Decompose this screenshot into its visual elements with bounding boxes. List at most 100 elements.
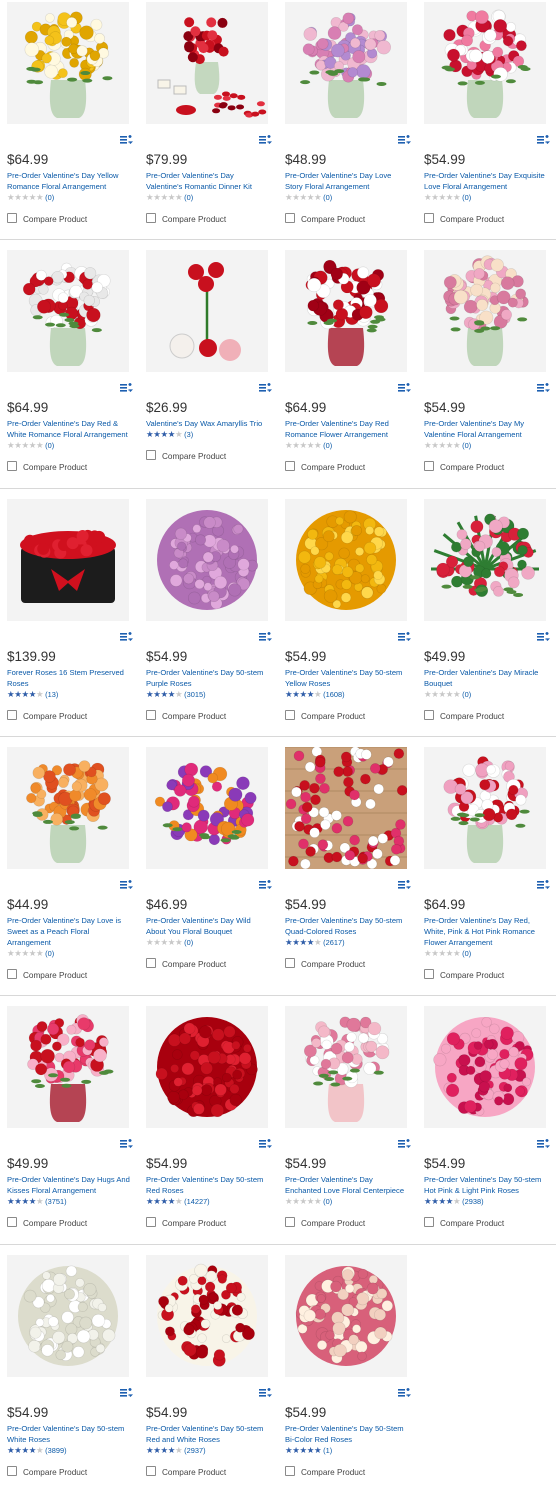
product-title[interactable]: Pre-Order Valentine's Day Red, White, Pi… (424, 915, 550, 948)
compare-product[interactable]: Compare Product (146, 710, 226, 722)
review-count[interactable]: (0) (45, 193, 54, 202)
product-image[interactable] (146, 499, 268, 621)
review-count[interactable]: (0) (184, 938, 193, 947)
compare-checkbox[interactable] (424, 461, 434, 471)
compare-checkbox[interactable] (285, 461, 295, 471)
product-card[interactable]: $54.99 Pre-Order Valentine's Day Enchante… (285, 1006, 412, 1241)
add-to-list-icon[interactable] (536, 1137, 551, 1149)
product-title[interactable]: Pre-Order Valentine's Day Love Story Flo… (285, 170, 411, 192)
product-card[interactable]: $54.99 Pre-Order Valentine's Day 50-stem … (7, 1255, 134, 1495)
compare-product[interactable]: Compare Product (146, 213, 226, 225)
product-card[interactable]: $54.99 Pre-Order Valentine's Day 50-stem … (285, 499, 412, 734)
product-title[interactable]: Valentine's Day Wax Amaryllis Trio (146, 418, 272, 429)
product-card[interactable]: $64.99 Pre-Order Valentine's Day Red Roma… (285, 250, 412, 485)
product-image[interactable] (285, 1006, 407, 1128)
compare-checkbox[interactable] (146, 213, 156, 223)
compare-checkbox[interactable] (285, 213, 295, 223)
product-card[interactable]: $64.99 Pre-Order Valentine's Day Red, Whi… (424, 747, 551, 992)
compare-checkbox[interactable] (146, 450, 156, 460)
product-card[interactable]: $54.99 Pre-Order Valentine's Day Exquisit… (424, 2, 551, 237)
add-to-list-icon[interactable] (258, 1386, 273, 1398)
review-count[interactable]: (0) (462, 441, 471, 450)
product-card[interactable]: $26.99 Valentine's Day Wax Amaryllis Trio… (146, 250, 273, 485)
add-to-list-icon[interactable] (536, 630, 551, 642)
compare-product[interactable]: Compare Product (285, 1217, 365, 1229)
product-card[interactable]: $48.99 Pre-Order Valentine's Day Love Sto… (285, 2, 412, 237)
product-card[interactable]: $139.99 Forever Roses 16 Stem Preserved R… (7, 499, 134, 734)
compare-product[interactable]: Compare Product (146, 1217, 226, 1229)
review-count[interactable]: (0) (45, 441, 54, 450)
product-card[interactable]: $49.99 Pre-Order Valentine's Day Miracle … (424, 499, 551, 734)
product-title[interactable]: Pre-Order Valentine's Day Valentine's Ro… (146, 170, 272, 192)
product-card[interactable]: $54.99 Pre-Order Valentine's Day 50-stem … (146, 1006, 273, 1241)
compare-checkbox[interactable] (285, 958, 295, 968)
review-count[interactable]: (2617) (323, 938, 344, 947)
compare-checkbox[interactable] (7, 1217, 17, 1227)
compare-product[interactable]: Compare Product (285, 461, 365, 473)
product-title[interactable]: Pre-Order Valentine's Day 50-stem White … (7, 1423, 133, 1445)
compare-checkbox[interactable] (285, 710, 295, 720)
product-title[interactable]: Pre-Order Valentine's Day Red & White Ro… (7, 418, 133, 440)
add-to-list-icon[interactable] (258, 630, 273, 642)
add-to-list-icon[interactable] (397, 630, 412, 642)
add-to-list-icon[interactable] (258, 133, 273, 145)
add-to-list-icon[interactable] (258, 878, 273, 890)
product-card[interactable]: $54.99 Pre-Order Valentine's Day 50-Stem … (285, 1255, 412, 1495)
product-image[interactable] (146, 250, 268, 372)
add-to-list-icon[interactable] (536, 133, 551, 145)
product-title[interactable]: Pre-Order Valentine's Day My Valentine F… (424, 418, 550, 440)
product-image[interactable] (424, 250, 546, 372)
compare-checkbox[interactable] (285, 1217, 295, 1227)
compare-product[interactable]: Compare Product (285, 1466, 365, 1478)
product-card[interactable]: $49.99 Pre-Order Valentine's Day Hugs And… (7, 1006, 134, 1241)
product-title[interactable]: Pre-Order Valentine's Day 50-stem Quad-C… (285, 915, 411, 937)
compare-product[interactable]: Compare Product (285, 710, 365, 722)
review-count[interactable]: (0) (323, 441, 332, 450)
compare-checkbox[interactable] (146, 1217, 156, 1227)
add-to-list-icon[interactable] (397, 1386, 412, 1398)
product-title[interactable]: Pre-Order Valentine's Day 50-Stem Bi-Col… (285, 1423, 411, 1445)
review-count[interactable]: (1) (323, 1446, 332, 1455)
product-title[interactable]: Pre-Order Valentine's Day 50-stem Purple… (146, 667, 272, 689)
add-to-list-icon[interactable] (536, 381, 551, 393)
review-count[interactable]: (3899) (45, 1446, 66, 1455)
compare-product[interactable]: Compare Product (424, 969, 504, 981)
product-image[interactable] (7, 250, 129, 372)
review-count[interactable]: (3751) (45, 1197, 66, 1206)
product-title[interactable]: Pre-Order Valentine's Day Wild About You… (146, 915, 272, 937)
product-card[interactable]: $54.99 Pre-Order Valentine's Day 50-stem … (285, 747, 412, 992)
product-title[interactable]: Pre-Order Valentine's Day 50-stem Red an… (146, 1423, 272, 1445)
compare-product[interactable]: Compare Product (7, 710, 87, 722)
review-count[interactable]: (0) (462, 690, 471, 699)
compare-product[interactable]: Compare Product (7, 1466, 87, 1478)
add-to-list-icon[interactable] (397, 133, 412, 145)
review-count[interactable]: (3015) (184, 690, 205, 699)
compare-checkbox[interactable] (146, 1466, 156, 1476)
product-image[interactable] (146, 747, 268, 869)
compare-product[interactable]: Compare Product (424, 1217, 504, 1229)
compare-checkbox[interactable] (424, 213, 434, 223)
product-image[interactable] (146, 1255, 268, 1377)
product-card[interactable]: $64.99 Pre-Order Valentine's Day Yellow R… (7, 2, 134, 237)
add-to-list-icon[interactable] (397, 1137, 412, 1149)
product-card[interactable]: $46.99 Pre-Order Valentine's Day Wild Abo… (146, 747, 273, 992)
compare-product[interactable]: Compare Product (7, 213, 87, 225)
add-to-list-icon[interactable] (119, 381, 134, 393)
add-to-list-icon[interactable] (119, 878, 134, 890)
compare-product[interactable]: Compare Product (146, 450, 226, 462)
compare-checkbox[interactable] (424, 1217, 434, 1227)
review-count[interactable]: (2938) (462, 1197, 483, 1206)
add-to-list-icon[interactable] (119, 133, 134, 145)
add-to-list-icon[interactable] (119, 1386, 134, 1398)
compare-checkbox[interactable] (424, 969, 434, 979)
add-to-list-icon[interactable] (536, 878, 551, 890)
compare-product[interactable]: Compare Product (285, 213, 365, 225)
product-title[interactable]: Pre-Order Valentine's Day Red Romance Fl… (285, 418, 411, 440)
product-card[interactable]: $54.99 Pre-Order Valentine's Day 50-stem … (424, 1006, 551, 1241)
compare-checkbox[interactable] (7, 710, 17, 720)
add-to-list-icon[interactable] (397, 381, 412, 393)
compare-product[interactable]: Compare Product (424, 710, 504, 722)
compare-product[interactable]: Compare Product (146, 958, 226, 970)
product-image[interactable] (285, 747, 407, 869)
review-count[interactable]: (0) (462, 949, 471, 958)
